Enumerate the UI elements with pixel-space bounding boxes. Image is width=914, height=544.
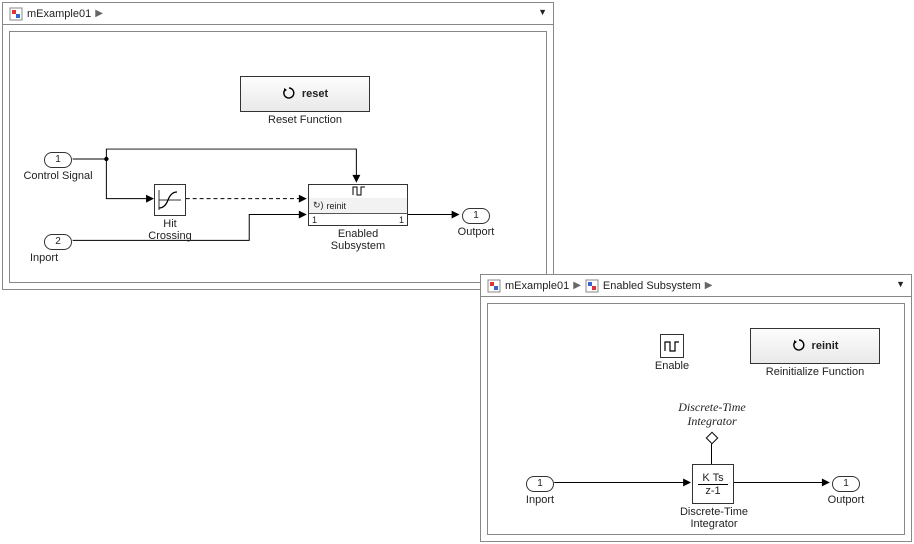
subsystem-out-port: 1 xyxy=(399,215,404,225)
top-titlebar: mExample01 ▶ ▼ xyxy=(3,3,553,25)
enable-icon xyxy=(663,339,681,353)
outport-bottom[interactable]: 1 xyxy=(832,476,860,492)
chevron-right-icon: ▶ xyxy=(95,8,103,19)
bottom-panel: mExample01 ▶ Enabled Subsystem ▶ ▼ Enabl… xyxy=(480,274,912,542)
outport-bottom-label: Outport xyxy=(820,494,872,506)
enable-port-icon xyxy=(351,184,367,198)
enable-block[interactable] xyxy=(660,334,684,358)
dti-label-1: Discrete-Time xyxy=(664,506,764,518)
annotation-line-1: Discrete-Time xyxy=(662,400,762,415)
discrete-time-integrator-block[interactable]: K Ts z-1 xyxy=(692,464,734,504)
top-wires xyxy=(10,32,546,282)
reinitialize-function-label: Reinitialize Function xyxy=(750,366,880,378)
dti-label-2: Integrator xyxy=(664,518,764,530)
hit-crossing-label-1: Hit xyxy=(140,218,200,230)
hit-crossing-label-2: Crossing xyxy=(140,230,200,242)
chevron-right-icon: ▶ xyxy=(573,280,581,291)
panel-menu-dropdown[interactable]: ▼ xyxy=(538,7,547,17)
reinit-icon xyxy=(792,338,806,355)
dti-denominator: z-1 xyxy=(701,485,724,497)
reinit-port-text: reinit xyxy=(327,201,347,211)
state-read-port-icon xyxy=(704,430,720,449)
outport-1-top[interactable]: 1 xyxy=(462,208,490,224)
state-port-icon: ↻) xyxy=(313,200,324,211)
enabled-subsystem-block[interactable]: ↻) reinit 1 1 xyxy=(308,184,408,226)
reinit-port-row: ↻) reinit xyxy=(309,198,407,214)
inport-bottom[interactable]: 1 xyxy=(526,476,554,492)
bottom-titlebar: mExample01 ▶ Enabled Subsystem ▶ ▼ xyxy=(481,275,911,297)
annotation-line-2: Integrator xyxy=(662,414,762,429)
state-port-stem xyxy=(711,444,712,464)
reset-icon xyxy=(282,86,296,103)
breadcrumb-model[interactable]: mExample01 xyxy=(27,8,91,20)
bottom-canvas[interactable]: Enable reinit Reinitialize Function Disc… xyxy=(487,303,905,535)
top-panel: mExample01 ▶ ▼ xyxy=(2,2,554,290)
inport-bottom-label: Inport xyxy=(514,494,566,506)
hit-crossing-icon xyxy=(155,185,185,215)
top-canvas[interactable]: reset Reset Function 1 Control Signal 2 … xyxy=(9,31,547,283)
breadcrumb[interactable]: mExample01 ▶ xyxy=(9,7,103,21)
subsystem-in-port: 1 xyxy=(312,215,317,225)
outport-1-top-label: Outport xyxy=(450,226,502,238)
enabled-subsystem-label-1: Enabled xyxy=(308,228,408,240)
breadcrumb-model-bot[interactable]: mExample01 xyxy=(505,280,569,292)
model-icon xyxy=(9,7,23,21)
panel-menu-dropdown[interactable]: ▼ xyxy=(896,279,905,289)
subsystem-port-row: 1 1 xyxy=(309,214,407,226)
inport-control-signal-label: Control Signal xyxy=(14,170,102,182)
enabled-subsystem-label-2: Subsystem xyxy=(308,240,408,252)
inport-2-label: Inport xyxy=(30,252,86,264)
reinit-text: reinit xyxy=(812,340,839,352)
hit-crossing-block[interactable] xyxy=(154,184,186,216)
reset-text: reset xyxy=(302,88,328,100)
breadcrumb-subsystem[interactable]: Enabled Subsystem xyxy=(603,280,701,292)
dti-numerator: K Ts xyxy=(698,472,727,485)
reset-function-label: Reset Function xyxy=(240,114,370,126)
chevron-right-icon: ▶ xyxy=(705,280,713,291)
enable-label: Enable xyxy=(644,360,700,372)
model-icon xyxy=(487,279,501,293)
breadcrumb-bottom[interactable]: mExample01 ▶ Enabled Subsystem ▶ xyxy=(487,279,712,293)
inport-2[interactable]: 2 xyxy=(44,234,72,250)
inport-control-signal[interactable]: 1 xyxy=(44,152,72,168)
subsystem-icon xyxy=(585,279,599,293)
reset-function-block[interactable]: reset xyxy=(240,76,370,112)
reinitialize-function-block[interactable]: reinit xyxy=(750,328,880,364)
